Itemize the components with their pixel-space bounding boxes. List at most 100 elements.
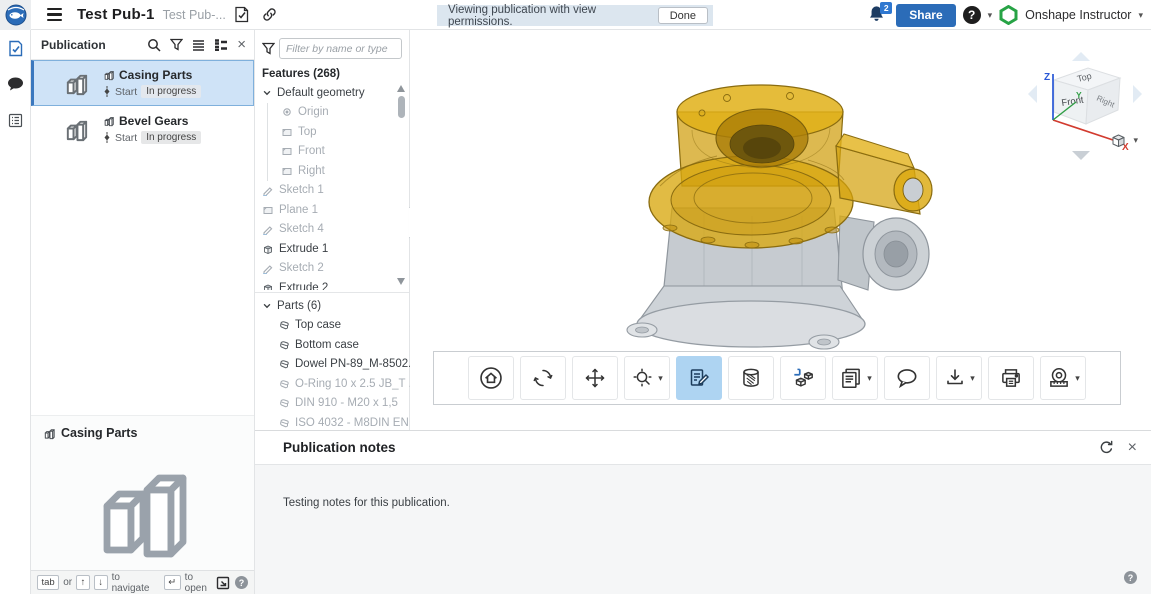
measure-button[interactable]: ▾ (1040, 356, 1086, 400)
publication-tab-icon[interactable] (3, 36, 27, 60)
part-row-top-case[interactable]: Top case (255, 316, 409, 336)
version-diamond-icon (103, 86, 111, 97)
down-key-hint: ↓ (94, 575, 108, 589)
export-button[interactable]: ▾ (936, 356, 982, 400)
status-badge: In progress (141, 131, 201, 144)
feature-row-top-plane[interactable]: Top (268, 122, 409, 142)
scroll-up-arrow[interactable] (397, 85, 405, 92)
feature-row-sketch4[interactable]: Sketch 4 (255, 220, 409, 240)
filter-icon[interactable] (262, 42, 275, 55)
caret-down-icon: ▾ (1075, 373, 1080, 384)
search-icon[interactable] (147, 38, 161, 52)
publication-document-icon[interactable] (230, 3, 254, 27)
onshape-fishbowl-logo[interactable] (0, 0, 31, 30)
scroll-down-arrow[interactable] (397, 278, 405, 285)
notes-text: Testing notes for this publication. (283, 497, 450, 509)
named-views-button[interactable]: ▾ (832, 356, 878, 400)
detail-view-icon[interactable] (214, 39, 228, 51)
help-button[interactable]: ? (963, 6, 981, 24)
plane-icon (262, 204, 274, 216)
plane-icon (281, 165, 293, 177)
comment-button[interactable] (884, 356, 930, 400)
done-button[interactable]: Done (658, 7, 708, 24)
notes-header: Publication notes × (255, 431, 1151, 465)
plane-icon (281, 145, 293, 157)
chevron-down-icon[interactable] (262, 301, 272, 311)
publication-item-casing-parts[interactable]: Casing Parts Start In progress (31, 60, 254, 106)
view-options-dropdown[interactable]: ▾ (1110, 132, 1138, 149)
list-view-icon[interactable] (192, 39, 205, 51)
part-icon (278, 417, 290, 429)
feature-row-plane1[interactable]: Plane 1 (255, 200, 409, 220)
sketch-icon (262, 223, 274, 235)
z-axis-label: Z (1044, 72, 1050, 83)
close-notes-icon[interactable]: × (1128, 439, 1137, 457)
caret-down-icon: ▾ (658, 373, 663, 384)
rotate-up-arrow (1072, 52, 1090, 61)
refresh-icon[interactable] (1099, 440, 1114, 455)
sketch-icon (262, 184, 274, 196)
link-icon[interactable] (258, 3, 282, 27)
y-axis-label: Y (1076, 90, 1082, 100)
feature-row-sketch2[interactable]: Sketch 2 (255, 259, 409, 279)
part-studio-icon (63, 116, 90, 143)
part-icon (278, 319, 290, 331)
feature-row-extrude2[interactable]: Extrude 2 (255, 278, 409, 290)
parts-group-header[interactable]: Parts (6) (255, 296, 409, 316)
hamburger-menu-icon[interactable] (39, 0, 69, 30)
part-studio-mini-icon (103, 115, 115, 127)
pan-button[interactable] (572, 356, 618, 400)
feature-filter-input[interactable] (279, 38, 402, 59)
caret-down-icon: ▾ (970, 373, 975, 384)
feature-tree-panel: Features (268) Default geometry Origin (255, 30, 410, 430)
user-caret-icon[interactable]: ▾ (1138, 10, 1143, 21)
rotate-left-arrow (1028, 85, 1037, 103)
help-icon[interactable]: ? (235, 576, 248, 589)
filter-icon[interactable] (170, 38, 183, 51)
feature-row-front-plane[interactable]: Front (268, 142, 409, 162)
part-row-bottom-case[interactable]: Bottom case (255, 335, 409, 355)
casing-3d-model[interactable] (612, 68, 1004, 360)
feature-row-right-plane[interactable]: Right (268, 161, 409, 181)
selection-preview: Casing Parts (31, 415, 254, 570)
features-scrollbar[interactable] (397, 85, 406, 285)
part-row-dowel[interactable]: Dowel PN-89_M-8502... (255, 355, 409, 375)
comments-tab-icon[interactable] (3, 72, 27, 96)
keyboard-hints-bar: tab or ↑ ↓ to navigate ↵ to open ? (31, 570, 254, 594)
scroll-thumb[interactable] (398, 96, 405, 118)
rotate-button[interactable] (520, 356, 566, 400)
help-caret-icon[interactable]: ▾ (988, 10, 993, 21)
publication-notes-button[interactable] (676, 356, 722, 400)
feature-row-origin[interactable]: Origin (268, 103, 409, 123)
feature-group-default-geometry[interactable]: Default geometry (255, 83, 409, 103)
preview-title: Casing Parts (61, 426, 137, 440)
publication-panel: Publication × (31, 30, 255, 594)
help-icon[interactable]: ? (1124, 571, 1137, 584)
feature-row-sketch1[interactable]: Sketch 1 (255, 181, 409, 201)
properties-tab-icon[interactable] (3, 108, 27, 132)
share-button[interactable]: Share (896, 4, 955, 27)
view-home-button[interactable] (468, 356, 514, 400)
graphics-viewport[interactable]: Top Front Right Z X Y ▾ (410, 30, 1151, 430)
publication-item-bevel-gears[interactable]: Bevel Gears Start In progress (31, 106, 254, 152)
user-menu[interactable]: Onshape Instructor (1025, 8, 1131, 22)
viewport-toolbar: ▾ ▾ ▾ (433, 351, 1121, 405)
status-badge: In progress (141, 85, 201, 98)
caret-down-icon: ▾ (867, 373, 872, 384)
notes-body: Testing notes for this publication. ? (255, 465, 1151, 594)
document-title: Test Pub-1 (77, 6, 155, 23)
zoom-button[interactable]: ▾ (624, 356, 670, 400)
enter-key-hint: ↵ (164, 575, 181, 589)
plane-icon (281, 126, 293, 138)
section-view-button[interactable] (728, 356, 774, 400)
part-studio-mini-icon (43, 427, 56, 440)
feature-row-extrude1[interactable]: Extrude 1 (255, 239, 409, 259)
part-row-din910[interactable]: DIN 910 - M20 x 1,5 (255, 394, 409, 414)
exploded-view-button[interactable] (780, 356, 826, 400)
chevron-down-icon[interactable] (262, 88, 272, 98)
open-in-window-icon[interactable] (216, 576, 230, 590)
part-row-oring[interactable]: O-Ring 10 x 2.5 JB_T ... (255, 374, 409, 394)
close-panel-icon[interactable]: × (237, 36, 246, 53)
print-button[interactable] (988, 356, 1034, 400)
notifications-button[interactable]: 2 (867, 3, 889, 27)
